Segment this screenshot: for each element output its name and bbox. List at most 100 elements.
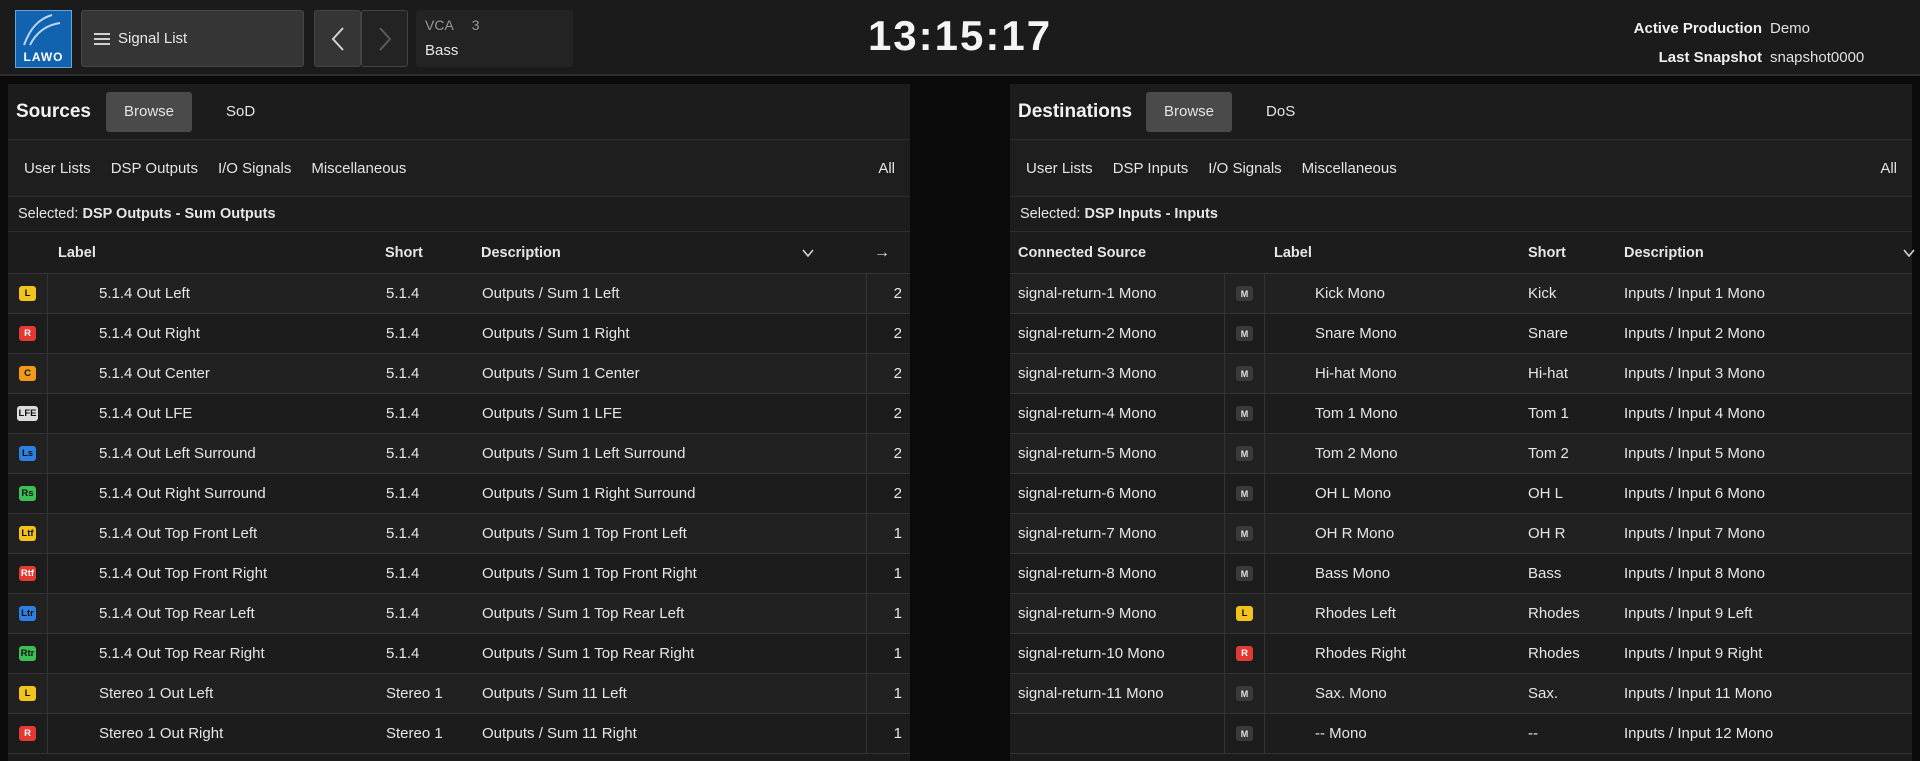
channel-badge: Ltf	[19, 526, 36, 541]
row-short: OH R	[1528, 525, 1566, 542]
table-header: Connected Source Label Short Description	[1010, 232, 1915, 274]
row-description: Outputs / Sum 1 Top Rear Right	[482, 645, 695, 662]
tab-destinations-browse[interactable]: Browse	[1146, 91, 1233, 132]
column-divider	[866, 314, 867, 353]
table-row[interactable]: signal-return-3 Mono M Hi-hat Mono Hi-hat In…	[1010, 354, 1912, 394]
row-connected-source: signal-return-4 Mono	[1018, 405, 1157, 422]
filter-user-lists[interactable]: User Lists	[24, 160, 91, 177]
tab-sources-browse[interactable]: Browse	[106, 91, 193, 132]
table-row[interactable]: Ls 5.1.4 Out Left Surround 5.1.4 Outputs / …	[8, 434, 910, 474]
table-row[interactable]: Ltf 5.1.4 Out Top Front Left 5.1.4 Outputs …	[8, 514, 910, 554]
table-row[interactable]: signal-return-11 Mono M Sax. Mono Sax. Input…	[1010, 674, 1912, 714]
selected-value: DSP Outputs - Sum Outputs	[82, 206, 276, 222]
column-header-description[interactable]: Description	[481, 245, 561, 261]
column-header-short[interactable]: Short	[385, 245, 423, 261]
row-description: Outputs / Sum 1 Left Surround	[482, 445, 686, 462]
row-description: Outputs / Sum 11 Right	[482, 725, 637, 742]
row-short: Snare	[1528, 325, 1569, 342]
row-short: OH L	[1528, 485, 1564, 502]
tab-destinations-dos[interactable]: DoS	[1248, 92, 1313, 132]
channel-badge: M	[1236, 726, 1253, 741]
filter-user-lists[interactable]: User Lists	[1026, 160, 1093, 177]
row-short: Hi-hat	[1528, 365, 1569, 382]
column-header-connected-source[interactable]: Connected Source	[1018, 245, 1146, 261]
last-snapshot-label: Last Snapshot	[1658, 49, 1762, 66]
channel-badge: M	[1236, 326, 1253, 341]
column-header-label[interactable]: Label	[1274, 245, 1312, 261]
row-connected-source: signal-return-9 Mono	[1018, 605, 1157, 622]
row-description: Inputs / Input 7 Mono	[1624, 525, 1765, 542]
table-row[interactable]: R Stereo 1 Out Right Stereo 1 Outputs / Sum…	[8, 714, 910, 754]
table-row[interactable]: signal-return-1 Mono M Kick Mono Kick Inputs…	[1010, 274, 1912, 314]
column-divider	[866, 394, 867, 433]
row-count: 1	[893, 565, 902, 582]
row-count: 2	[893, 485, 902, 502]
last-snapshot-value: snapshot0000	[1770, 49, 1865, 66]
table-row[interactable]: Rs 5.1.4 Out Right Surround 5.1.4 Outputs /…	[8, 474, 910, 514]
selected-value: DSP Inputs - Inputs	[1084, 206, 1218, 222]
arrow-right-icon[interactable]: →	[874, 244, 890, 262]
row-count: 2	[893, 325, 902, 342]
row-label: -- Mono	[1315, 725, 1367, 742]
destinations-table-body: signal-return-1 Mono M Kick Mono Kick Inputs…	[1010, 274, 1912, 754]
channel-badge-cell: M	[1224, 474, 1265, 513]
production-info: Active Production Demo Last Snapshot sna…	[1634, 14, 1865, 72]
table-row[interactable]: signal-return-2 Mono M Snare Mono Snare Inpu…	[1010, 314, 1912, 354]
channel-badge-cell: Ls	[8, 434, 48, 473]
channel-badge-cell: R	[1224, 634, 1265, 673]
table-row[interactable]: M -- Mono -- Inputs / Input 12 Mono	[1010, 714, 1912, 754]
channel-badge-cell: M	[1224, 674, 1265, 713]
table-row[interactable]: C 5.1.4 Out Center 5.1.4 Outputs / Sum 1 Ce…	[8, 354, 910, 394]
table-row[interactable]: LFE 5.1.4 Out LFE 5.1.4 Outputs / Sum 1 LFE…	[8, 394, 910, 434]
table-row[interactable]: L Stereo 1 Out Left Stereo 1 Outputs / Sum …	[8, 674, 910, 714]
channel-badge: M	[1236, 566, 1253, 581]
sources-panel: Sources Browse SoD User Lists DSP Output…	[8, 84, 910, 761]
channel-badge-cell: Ltf	[8, 514, 48, 553]
chevron-down-icon[interactable]	[801, 246, 815, 260]
chevron-down-icon[interactable]	[1902, 246, 1916, 260]
column-header-label[interactable]: Label	[58, 245, 96, 261]
row-short: --	[1528, 725, 1538, 742]
column-divider	[866, 274, 867, 313]
column-divider	[866, 434, 867, 473]
table-row[interactable]: Rtr 5.1.4 Out Top Rear Right 5.1.4 Outputs …	[8, 634, 910, 674]
channel-badge: Ltr	[19, 606, 36, 621]
channel-badge-cell: Rtf	[8, 554, 48, 593]
row-description: Outputs / Sum 1 Left	[482, 285, 620, 302]
table-row[interactable]: signal-return-10 Mono R Rhodes Right Rhodes…	[1010, 634, 1912, 674]
row-label: Stereo 1 Out Right	[99, 725, 224, 742]
channel-badge: M	[1236, 686, 1253, 701]
row-description: Outputs / Sum 1 Right	[482, 325, 630, 342]
filter-io-signals[interactable]: I/O Signals	[1208, 160, 1281, 177]
tab-sources-sod[interactable]: SoD	[208, 92, 273, 132]
filter-io-signals[interactable]: I/O Signals	[218, 160, 291, 177]
row-description: Outputs / Sum 1 Top Front Left	[482, 525, 687, 542]
table-row[interactable]: signal-return-7 Mono M OH R Mono OH R Inputs…	[1010, 514, 1912, 554]
table-row[interactable]: signal-return-8 Mono M Bass Mono Bass Inputs…	[1010, 554, 1912, 594]
table-row[interactable]: signal-return-9 Mono L Rhodes Left Rhodes In…	[1010, 594, 1912, 634]
row-count: 2	[893, 445, 902, 462]
column-header-short[interactable]: Short	[1528, 245, 1566, 261]
row-description: Outputs / Sum 1 LFE	[482, 405, 623, 422]
filter-miscellaneous[interactable]: Miscellaneous	[1302, 160, 1397, 177]
filter-all[interactable]: All	[878, 160, 895, 177]
table-row[interactable]: signal-return-6 Mono M OH L Mono OH L Inputs…	[1010, 474, 1912, 514]
table-row[interactable]: Ltr 5.1.4 Out Top Rear Left 5.1.4 Outputs /…	[8, 594, 910, 634]
table-row[interactable]: Rtf 5.1.4 Out Top Front Right 5.1.4 Outputs…	[8, 554, 910, 594]
filter-all[interactable]: All	[1880, 160, 1897, 177]
filter-miscellaneous[interactable]: Miscellaneous	[311, 160, 406, 177]
channel-badge: R	[1236, 646, 1253, 661]
row-label: Rhodes Right	[1315, 645, 1406, 662]
row-short: 5.1.4	[386, 525, 420, 542]
table-row[interactable]: signal-return-4 Mono M Tom 1 Mono Tom 1 Inpu…	[1010, 394, 1912, 434]
channel-badge-cell: M	[1224, 354, 1265, 393]
table-row[interactable]: L 5.1.4 Out Left 5.1.4 Outputs / Sum 1 Left…	[8, 274, 910, 314]
column-header-description[interactable]: Description	[1624, 245, 1704, 261]
row-short: Bass	[1528, 565, 1562, 582]
filter-dsp-outputs[interactable]: DSP Outputs	[111, 160, 198, 177]
channel-badge: LFE	[16, 406, 39, 421]
table-row[interactable]: signal-return-5 Mono M Tom 2 Mono Tom 2 Inpu…	[1010, 434, 1912, 474]
row-label: 5.1.4 Out Left	[99, 285, 190, 302]
filter-dsp-inputs[interactable]: DSP Inputs	[1113, 160, 1189, 177]
table-row[interactable]: R 5.1.4 Out Right 5.1.4 Outputs / Sum 1 Rig…	[8, 314, 910, 354]
